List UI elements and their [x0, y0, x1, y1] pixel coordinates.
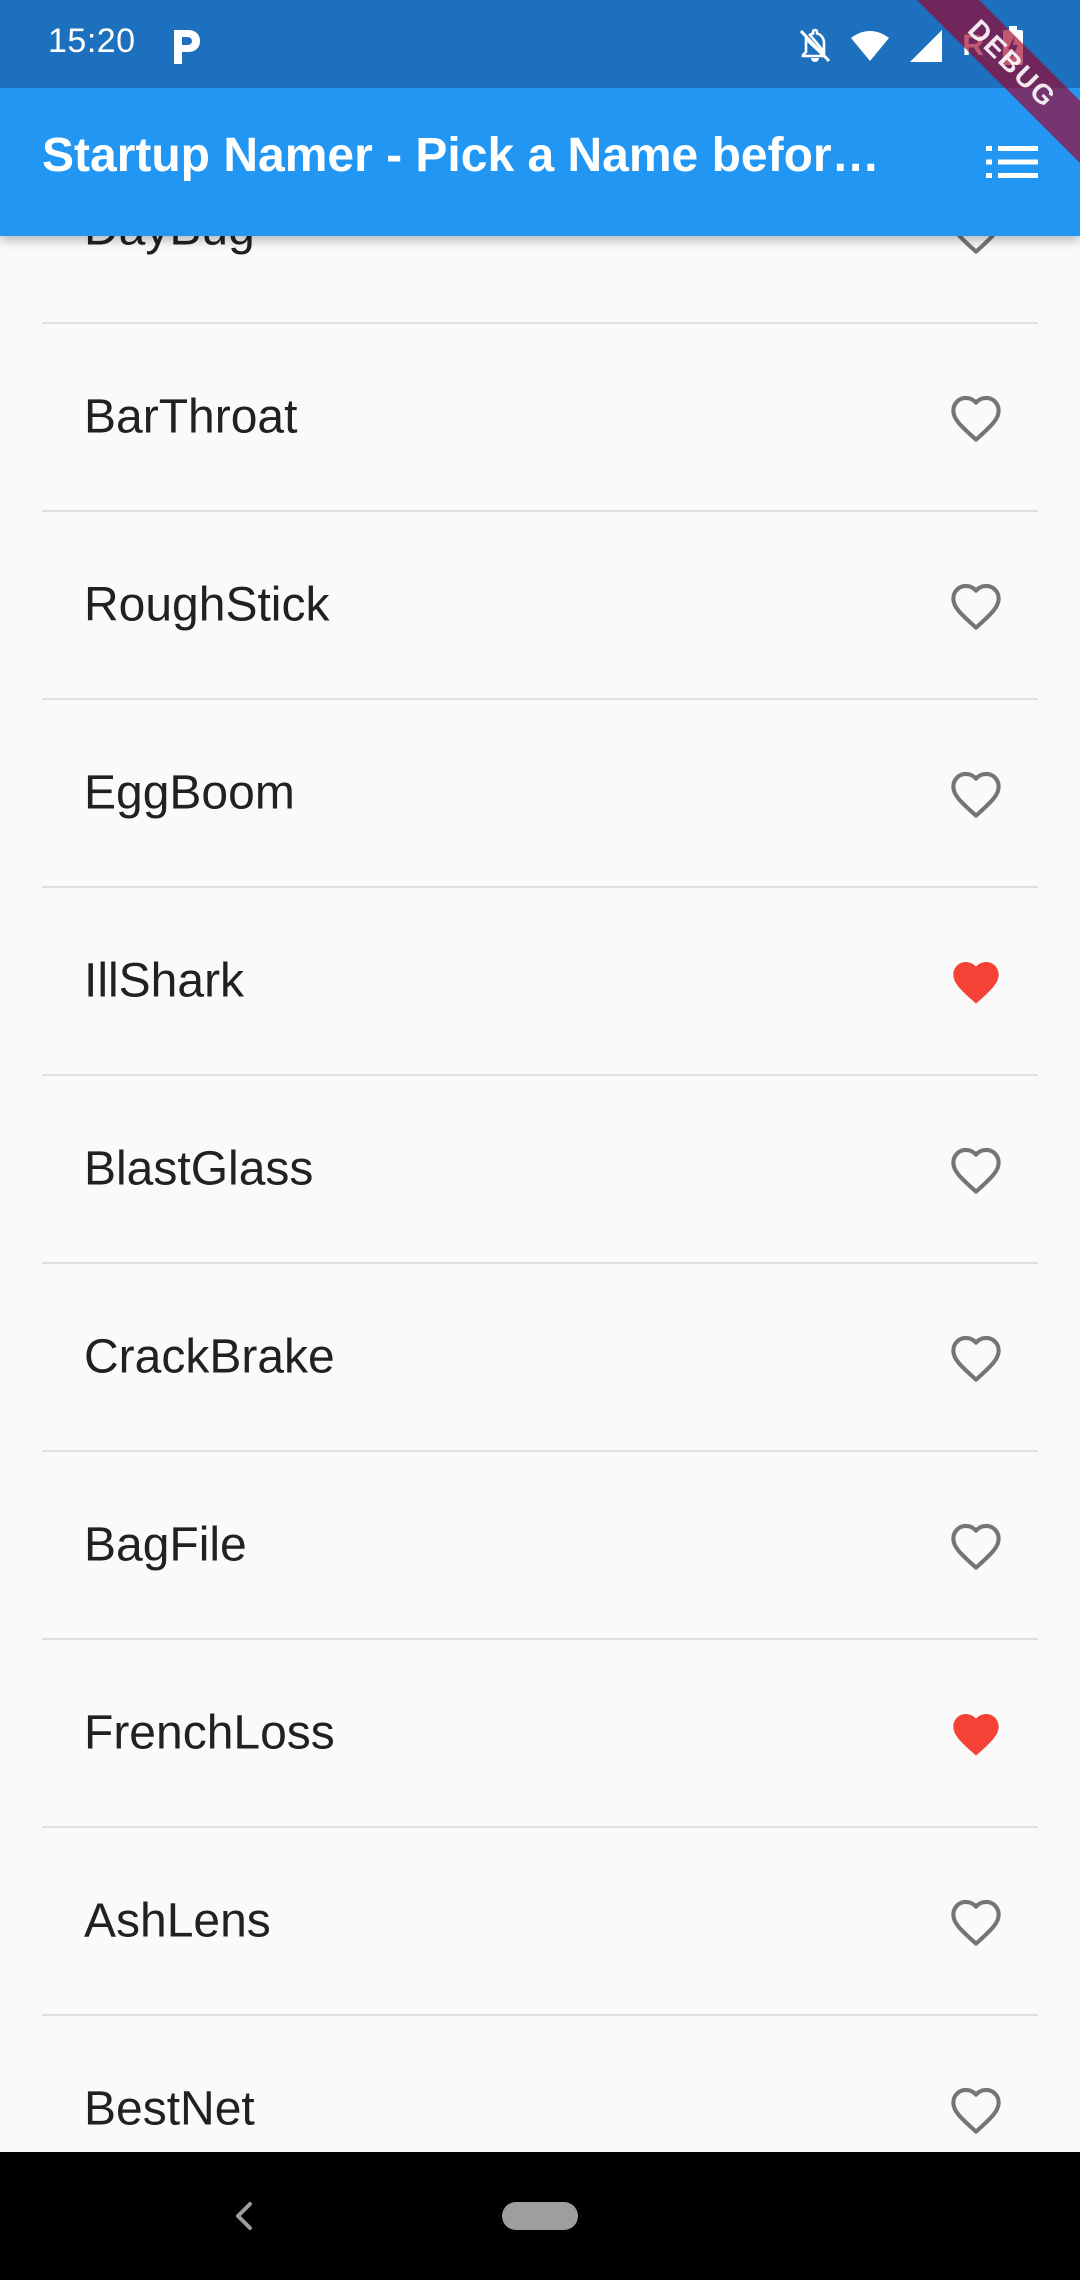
heart-outline-icon — [951, 1899, 1001, 1946]
notifications-off-icon — [800, 28, 831, 63]
navigation-bar — [0, 2152, 1080, 2280]
signal-icon — [910, 30, 943, 62]
roaming-indicator: R — [962, 29, 984, 62]
list-item[interactable]: IllShark — [42, 888, 1038, 1076]
list-item-label: FrenchLoss — [84, 1706, 335, 1760]
list-item-label: IllShark — [84, 954, 245, 1008]
battery-charging-icon — [1003, 26, 1023, 65]
screen: 15:20 R DEBUG Startup Namer - Pick a Nam… — [0, 0, 1080, 2280]
list-item[interactable]: AshLens — [42, 1828, 1038, 2016]
list-item[interactable]: RoughStick — [42, 512, 1038, 700]
parking-icon — [174, 30, 200, 64]
heart-filled-icon — [953, 1713, 999, 1756]
heart-outline-icon — [951, 771, 1001, 818]
list-item-label: BagFile — [84, 1518, 247, 1572]
list-item-label: BlastGlass — [84, 1142, 314, 1196]
list-item-label: AshLens — [84, 1894, 271, 1948]
wifi-icon — [851, 31, 890, 61]
favorite-button[interactable] — [944, 1701, 1008, 1765]
heart-filled-icon — [953, 961, 999, 1004]
saved-list-button[interactable] — [964, 114, 1060, 210]
favorite-button[interactable] — [944, 573, 1008, 637]
list-item[interactable]: FrenchLoss — [42, 1640, 1038, 1828]
list-icon — [986, 146, 1038, 178]
list-item-label: RoughStick — [84, 578, 330, 632]
list-item-label: BarThroat — [84, 390, 298, 444]
list-item[interactable]: BagFile — [42, 1452, 1038, 1640]
favorite-button[interactable] — [944, 1325, 1008, 1389]
app-bar: Startup Namer - Pick a Name before… — [0, 88, 1080, 236]
list-item[interactable]: CrackBrake — [42, 1264, 1038, 1452]
favorite-button[interactable] — [944, 385, 1008, 449]
favorite-button[interactable] — [944, 1137, 1008, 1201]
heart-outline-icon — [951, 395, 1001, 442]
status-icons: R — [798, 24, 1024, 68]
favorite-button[interactable] — [944, 761, 1008, 825]
favorite-button[interactable] — [944, 1513, 1008, 1577]
back-icon[interactable] — [220, 2192, 268, 2240]
favorite-button[interactable] — [944, 2077, 1008, 2141]
status-bar: 15:20 R — [0, 0, 1080, 88]
list-item-label: CrackBrake — [84, 1330, 335, 1384]
list-item[interactable]: BlastGlass — [42, 1076, 1038, 1264]
word-list: DayBugBarThroatRoughStickEggBoomIllShark… — [0, 136, 1080, 2204]
list-item[interactable]: EggBoom — [42, 700, 1038, 888]
list-item-label: EggBoom — [84, 766, 295, 820]
status-time: 15:20 — [48, 22, 136, 60]
heart-outline-icon — [951, 583, 1001, 630]
heart-outline-icon — [951, 2087, 1001, 2134]
favorite-button[interactable] — [944, 949, 1008, 1013]
heart-outline-icon — [951, 1335, 1001, 1382]
home-pill-icon[interactable] — [502, 2202, 578, 2230]
list-item-label: BestNet — [84, 2082, 255, 2136]
heart-outline-icon — [951, 1147, 1001, 1194]
favorite-button[interactable] — [944, 1889, 1008, 1953]
list-item[interactable]: BarThroat — [42, 324, 1038, 512]
app-title: Startup Namer - Pick a Name before… — [42, 129, 902, 182]
heart-outline-icon — [951, 1523, 1001, 1570]
